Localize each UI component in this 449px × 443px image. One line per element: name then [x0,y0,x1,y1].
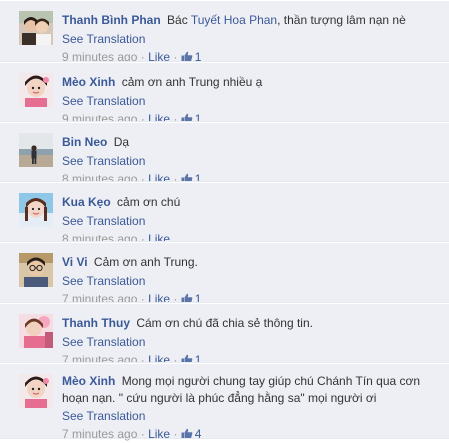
avatar[interactable] [19,11,53,45]
comment-text: Bác [167,13,188,27]
see-translation-link[interactable]: See Translation [62,152,441,170]
comment-item: Mèo Xinh Mong mọi người chung tay giúp c… [0,363,449,441]
avatar[interactable] [19,73,53,107]
comment-body: Mèo Xinh cảm ơn anh Trung nhiều ạ See Tr… [62,72,441,128]
comment-first-line: Mèo Xinh cảm ơn anh Trung nhiều ạ [62,72,441,92]
avatar-photo-girl-icon [19,374,53,408]
thumbs-up-icon [181,428,193,439]
avatar[interactable] [19,374,53,408]
comment-body: Vi Vi Cảm ơn anh Trung. See Translation … [62,252,441,308]
comment-item: Thanh Thuy Cám ơn chú đã chia sẻ thông t… [0,303,449,367]
comment-author[interactable]: Kua Kẹo [62,195,111,209]
comment-text: Cám ơn chú đã chia sẻ thông tin. [136,316,313,330]
comment-item: Bin Neo Dạ See Translation 8 minutes ago… [0,122,449,186]
avatar-photo-man-glasses-icon [19,253,53,287]
comment-author[interactable]: Mèo Xinh [62,374,115,388]
comment-text: , thần tượng lâm nạn nè [277,13,406,27]
comment-author[interactable]: Mèo Xinh [62,75,115,89]
avatar-photo-girl-blue-icon [19,193,53,227]
avatar[interactable] [19,193,53,227]
comment-first-line: Kua Kẹo cảm ơn chú [62,192,441,212]
comment-author[interactable]: Bin Neo [62,135,107,149]
comment-text: cảm ơn anh Trung nhiều ạ [121,75,263,89]
comment-author[interactable]: Thanh Thuy [62,316,130,330]
comment-first-line: Thanh Thuy Cám ơn chú đã chia sẻ thông t… [62,313,441,333]
see-translation-link[interactable]: See Translation [62,30,441,48]
avatar-photo-girl-icon [19,73,53,107]
comment-item: Vi Vi Cảm ơn anh Trung. See Translation … [0,242,449,306]
comment-item: Kua Kẹo cảm ơn chú See Translation 8 min… [0,182,449,246]
comment-first-line: Mèo Xinh Mong mọi người chung tay giúp c… [62,371,441,407]
see-translation-link[interactable]: See Translation [62,407,441,425]
comment-author[interactable]: Vi Vi [62,255,88,269]
comment-first-line: Bin Neo Dạ [62,132,441,152]
avatar[interactable] [19,253,53,287]
comment-body: Mèo Xinh Mong mọi người chung tay giúp c… [62,371,441,443]
comment-body: Bin Neo Dạ See Translation 8 minutes ago… [62,132,441,188]
comment-text: cảm ơn chú [117,195,181,209]
comment-text: Cảm ơn anh Trung. [93,255,198,269]
comment-first-line: Vi Vi Cảm ơn anh Trung. [62,252,441,272]
comment-meta: 7 minutes ago · Like · 4 [62,425,441,443]
comment-mention[interactable]: Tuyết Hoa Phan [191,13,277,27]
comment-item: Thanh Bình Phan Bác Tuyết Hoa Phan, thần… [0,0,449,64]
comment-author[interactable]: Thanh Bình Phan [62,13,161,27]
avatar-photo-woman-pink-icon [19,314,53,348]
comment-text: Dạ [113,135,130,149]
comment-text: Mong mọi người chung tay giúp chú Chánh … [62,374,421,405]
avatar-photo-beach-icon [19,133,53,167]
comment-item: Mèo Xinh cảm ơn anh Trung nhiều ạ See Tr… [0,62,449,126]
comment-first-line: Thanh Bình Phan Bác Tuyết Hoa Phan, thần… [62,10,441,30]
thumbs-up-icon [181,51,193,62]
comment-list: Thanh Bình Phan Bác Tuyết Hoa Phan, thần… [0,0,449,441]
comment-body: Thanh Thuy Cám ơn chú đã chia sẻ thông t… [62,313,441,369]
avatar[interactable] [19,314,53,348]
comment-body: Thanh Bình Phan Bác Tuyết Hoa Phan, thần… [62,10,441,66]
see-translation-link[interactable]: See Translation [62,212,441,230]
see-translation-link[interactable]: See Translation [62,333,441,351]
avatar-photo-couple-icon [19,11,53,45]
see-translation-link[interactable]: See Translation [62,92,441,110]
avatar[interactable] [19,133,53,167]
comment-body: Kua Kẹo cảm ơn chú See Translation 8 min… [62,192,441,248]
see-translation-link[interactable]: See Translation [62,272,441,290]
